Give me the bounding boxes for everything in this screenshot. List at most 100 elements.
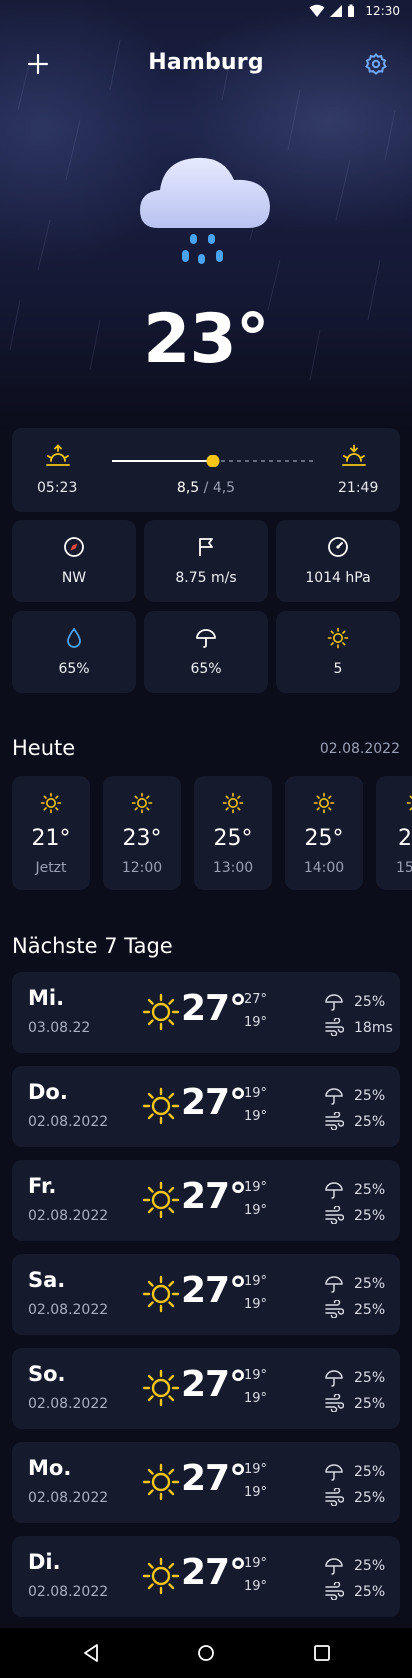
gear-icon (365, 52, 387, 75)
home-icon[interactable] (195, 1642, 217, 1664)
sun-icon (142, 993, 180, 1031)
day-temp: 27° (181, 988, 247, 1029)
day-date: 02.08.2022 (28, 1584, 109, 1600)
day-name: So. (28, 1362, 66, 1386)
uv-current: 8,5 (176, 480, 200, 496)
wind-icon (325, 1112, 344, 1130)
day-high: 19° (244, 1274, 268, 1289)
umbrella-icon (325, 994, 343, 1011)
sun-icon (131, 792, 153, 814)
day-temp: 27° (181, 1458, 247, 1499)
hour-card[interactable]: 25° 13:00 (194, 776, 272, 890)
hour-temp: 25° (304, 826, 344, 851)
day-high: 19° (244, 1086, 268, 1101)
sun-icon (142, 1463, 180, 1501)
day-progress-knob (206, 455, 220, 467)
day-name: Di. (28, 1550, 61, 1574)
battery-icon (348, 4, 355, 17)
day-name: Do. (28, 1080, 68, 1104)
day-rain: 25% (354, 1464, 386, 1480)
hour-time: 15 (396, 860, 412, 876)
day-rain: 25% (354, 994, 386, 1010)
day-temp: 27° (181, 1176, 247, 1217)
day-low: 19° (244, 1485, 268, 1500)
day-card[interactable]: Mo. 02.08.2022 27° 19° 19° 25% 25% (12, 1442, 400, 1523)
day-wind: 25% (354, 1396, 386, 1412)
day-high: 27° (244, 992, 268, 1007)
day-wind: 25% (354, 1114, 386, 1130)
day-temp: 27° (181, 1552, 247, 1593)
day-wind: 25% (354, 1584, 386, 1600)
tile-wind-speed: 8.75 m/s (144, 520, 268, 602)
sun-icon (142, 1275, 180, 1313)
sun-icon (142, 1557, 180, 1595)
wind-icon (325, 1488, 344, 1506)
day-date: 02.08.2022 (28, 1114, 109, 1130)
sunset-icon (342, 444, 366, 466)
tile-humidity: 65% (12, 611, 136, 693)
day-date: 02.08.2022 (28, 1490, 109, 1506)
sun-icon (327, 627, 349, 649)
back-icon[interactable] (80, 1642, 102, 1664)
sun-icon (142, 1181, 180, 1219)
settings-button[interactable] (362, 50, 390, 78)
day-rain: 25% (354, 1558, 386, 1574)
wind-icon (325, 1582, 344, 1600)
hour-temp: 25° (213, 826, 253, 851)
day-progress-slider (112, 455, 314, 467)
compass-icon (64, 537, 84, 557)
umbrella-icon (325, 1558, 343, 1575)
hour-card-partial[interactable]: 2 15 (376, 776, 412, 890)
day-card[interactable]: So. 02.08.2022 27° 19° 19° 25% 25% (12, 1348, 400, 1429)
day-card[interactable]: Do. 02.08.2022 27° 19° 19° 25% 25% (12, 1066, 400, 1147)
umbrella-icon (196, 629, 216, 648)
day-temp: 27° (181, 1082, 247, 1123)
today-date: 02.08.2022 (319, 741, 400, 757)
uv-index-value: 5 (333, 661, 343, 677)
hour-temp: 2 (398, 826, 412, 851)
day-name: Mo. (28, 1456, 72, 1480)
sun-icon (222, 792, 244, 814)
hour-time: Jetzt (35, 860, 67, 876)
hour-temp: 23° (122, 826, 162, 851)
day-rain: 25% (354, 1182, 386, 1198)
sun-icon (406, 795, 412, 811)
sun-icon (142, 1087, 180, 1125)
cloud-rain-icon (140, 157, 270, 264)
day-card[interactable]: Mi. 03.08.22 27° 27° 19° 25% 18ms (12, 972, 400, 1053)
tile-pressure: 1014 hPa (276, 520, 400, 602)
recents-icon[interactable] (311, 1642, 333, 1664)
current-temperature: 23° (143, 300, 270, 379)
system-nav-bar (0, 1628, 412, 1678)
day-low: 19° (244, 1109, 268, 1124)
tile-uv-index: 5 (276, 611, 400, 693)
day-wind: 18ms (354, 1020, 393, 1036)
sunset-time: 21:49 (338, 480, 379, 496)
day-card[interactable]: Di. 02.08.2022 27° 19° 19° 25% 25% (12, 1536, 400, 1617)
day-date: 02.08.2022 (28, 1396, 109, 1412)
hour-card[interactable]: 25° 14:00 (285, 776, 363, 890)
wind-speed-value: 8.75 m/s (175, 570, 237, 586)
sun-icon (313, 792, 335, 814)
day-low: 19° (244, 1203, 268, 1218)
humidity-value: 65% (58, 661, 90, 677)
hour-card[interactable]: 21° Jetzt (12, 776, 90, 890)
day-low: 19° (244, 1297, 268, 1312)
hour-card[interactable]: 23° 12:00 (103, 776, 181, 890)
hour-time: 12:00 (121, 860, 163, 876)
umbrella-icon (325, 1464, 343, 1481)
wind-icon (325, 1394, 344, 1412)
umbrella-icon (325, 1182, 343, 1199)
umbrella-icon (325, 1088, 343, 1105)
wind-icon (325, 1206, 344, 1224)
uv-other: 4,5 (212, 480, 236, 496)
day-high: 19° (244, 1368, 268, 1383)
day-wind: 25% (354, 1208, 386, 1224)
day-card[interactable]: Fr. 02.08.2022 27° 19° 19° 25% 25% (12, 1160, 400, 1241)
top-bar: Hamburg (0, 46, 412, 82)
day-name: Fr. (28, 1174, 57, 1198)
day-card[interactable]: Sa. 02.08.2022 27° 19° 19° 25% 25% (12, 1254, 400, 1335)
signal-icon (330, 5, 343, 17)
sunrise-icon (46, 444, 70, 466)
day-rain: 25% (354, 1276, 386, 1292)
